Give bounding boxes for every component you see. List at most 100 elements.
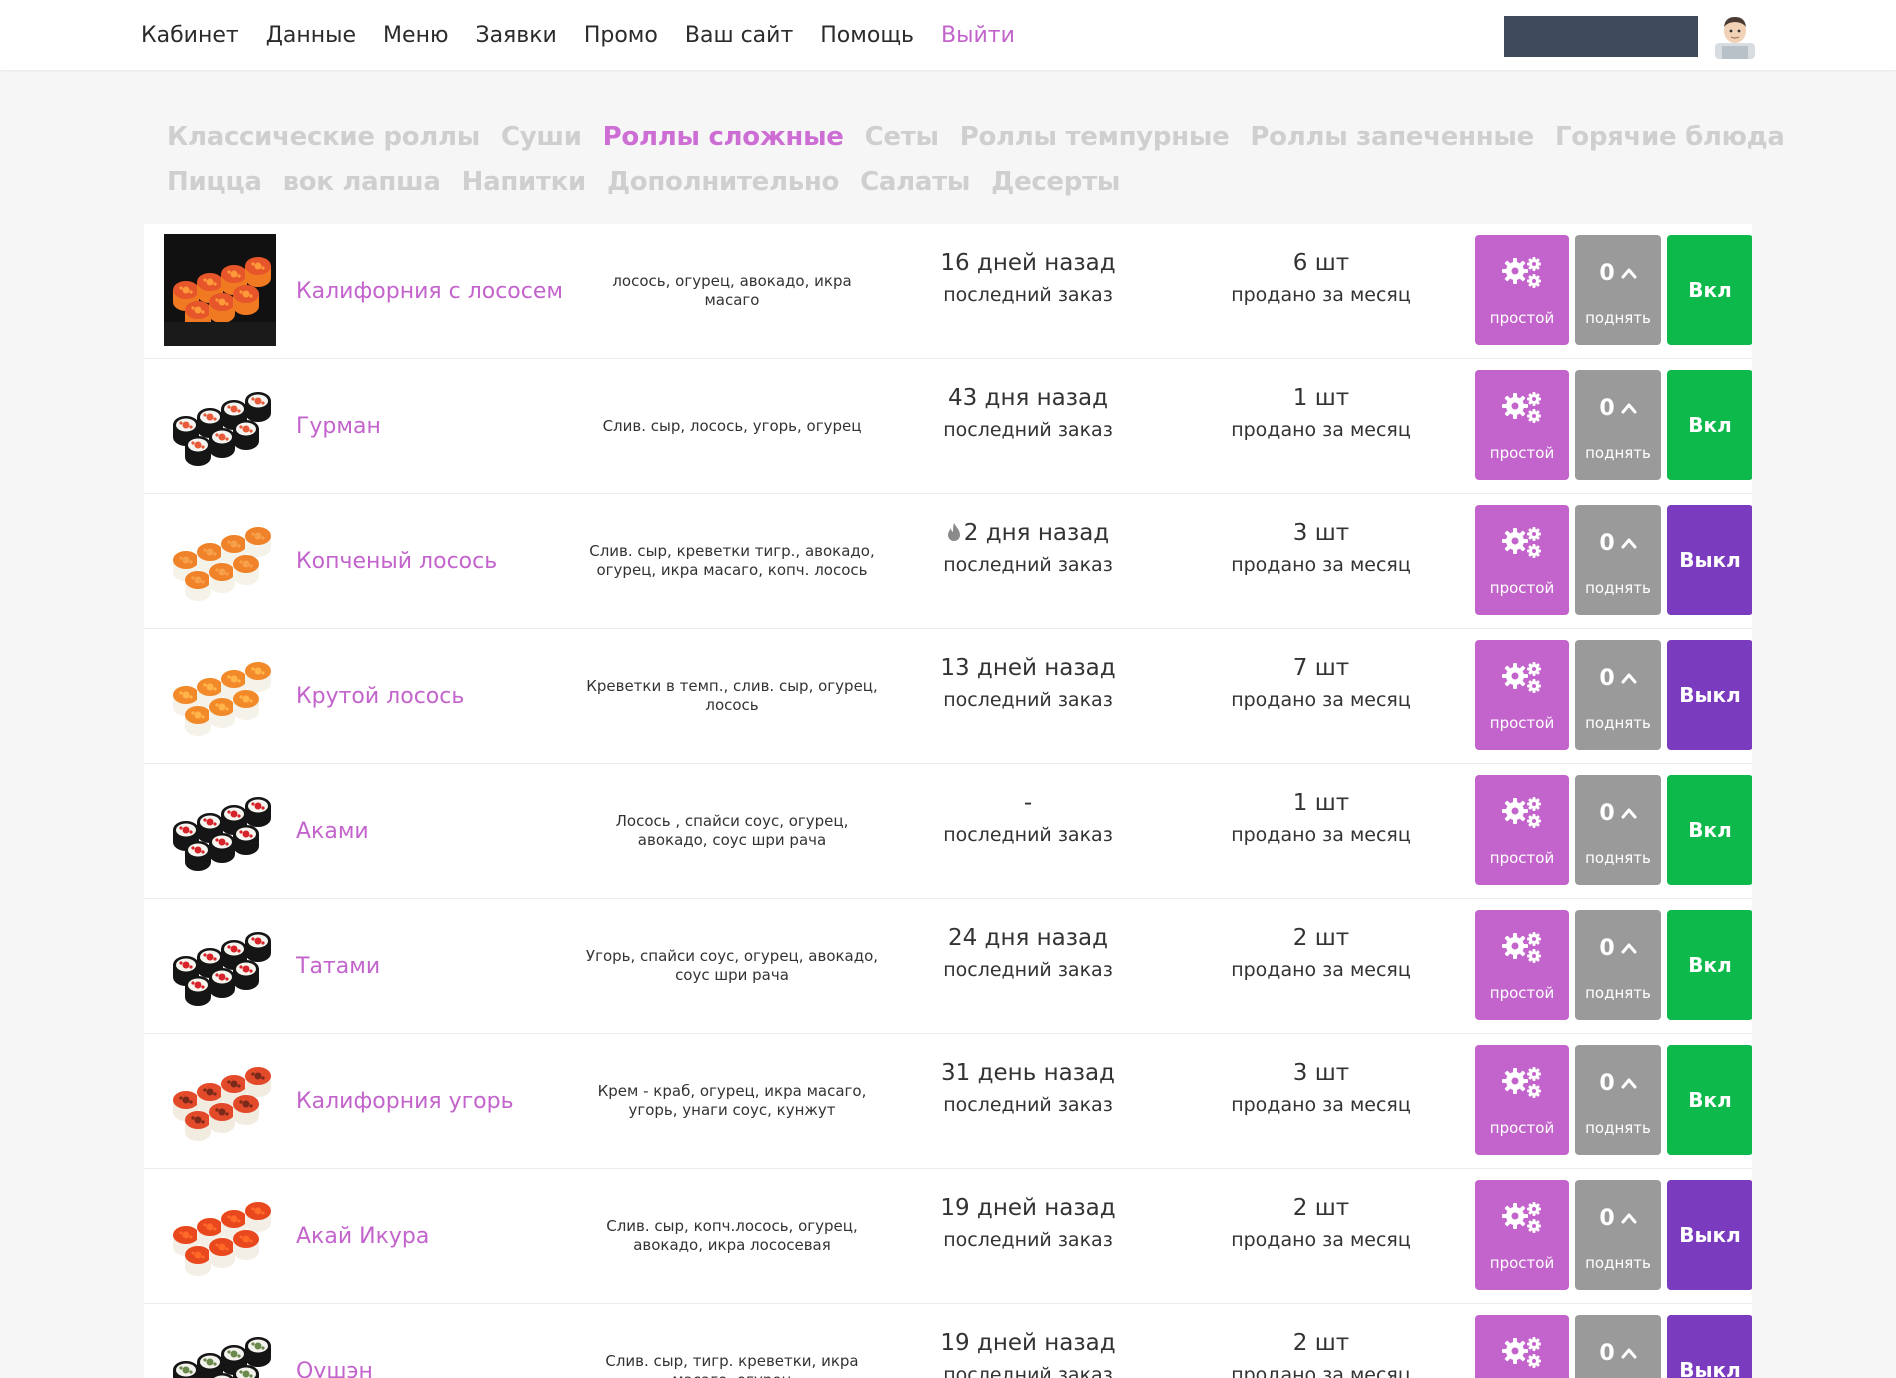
nav-item-cabinet[interactable]: Кабинет [141,23,239,48]
product-name[interactable]: Оушэн [296,1304,373,1378]
toggle-button[interactable]: Вкл [1667,1045,1752,1155]
raise-label: поднять [1585,714,1651,732]
raise-label: поднять [1585,579,1651,597]
product-description: лосось, огурец, авокадо, икра масаго [612,272,852,309]
sold-stat: 3 шт продано за месяц [1191,516,1451,576]
last-order-stat: 24 дня назад последний заказ [898,921,1158,981]
product-type-button[interactable]: простой [1475,505,1569,615]
product-name[interactable]: Крутой лосось [296,629,464,763]
product-type-button[interactable]: простой [1475,370,1569,480]
product-name[interactable]: Копченый лосось [296,494,497,628]
tab-category-row1-2[interactable]: Роллы сложные [603,122,844,152]
tab-category-row2-5[interactable]: Десерты [991,167,1120,197]
chevron-up-icon [1621,808,1637,819]
product-type-button[interactable]: простой [1475,1315,1569,1378]
product-image[interactable] [164,1179,276,1291]
sold-stat: 1 шт продано за месяц [1191,786,1451,846]
product-type-button[interactable]: простой [1475,1045,1569,1155]
nav-item-orders[interactable]: Заявки [475,23,556,48]
tab-category-row1-3[interactable]: Сеты [865,122,939,152]
product-image[interactable] [164,1314,276,1378]
last-order-value: 13 дней назад [940,655,1116,681]
last-order-value: 31 день назад [941,1060,1115,1086]
raise-count: 0 [1599,1206,1615,1231]
raise-count: 0 [1599,1071,1615,1096]
product-image[interactable] [164,369,276,481]
tab-category-row2-0[interactable]: Пицца [167,167,262,197]
gears-icon [1502,1067,1541,1098]
nav-item-promo[interactable]: Промо [584,23,658,48]
gears-icon [1502,1202,1541,1233]
toggle-button[interactable]: Выкл [1667,1315,1752,1378]
sushi-image-icon [164,1044,276,1156]
product-name[interactable]: Татами [296,899,380,1033]
nav-item-site[interactable]: Ваш сайт [685,23,793,48]
toggle-button[interactable]: Выкл [1667,640,1752,750]
nav-item-menu[interactable]: Меню [383,23,448,48]
raise-button[interactable]: 0 поднять [1575,235,1661,345]
product-type-button[interactable]: простой [1475,1180,1569,1290]
product-image[interactable] [164,909,276,1021]
product-type-label: простой [1489,849,1555,867]
product-image[interactable] [164,774,276,886]
sushi-image-icon [164,234,276,346]
raise-count: 0 [1599,396,1615,421]
toggle-button[interactable]: Вкл [1667,235,1752,345]
last-order-label: последний заказ [943,689,1113,711]
product-image[interactable] [164,1044,276,1156]
product-name[interactable]: Акай Икура [296,1169,429,1303]
product-type-button[interactable]: простой [1475,235,1569,345]
raise-button[interactable]: 0 поднять [1575,505,1661,615]
sold-value: 7 шт [1292,655,1350,681]
tab-category-row2-2[interactable]: Напитки [462,167,587,197]
product-description: Креветки в темп., слив. сыр, огурец, лос… [586,677,878,714]
raise-button[interactable]: 0 поднять [1575,1045,1661,1155]
tab-category-row2-3[interactable]: Дополнительно [607,167,839,197]
tab-category-row2-4[interactable]: Салаты [860,167,970,197]
product-name[interactable]: Калифорния угорь [296,1034,514,1168]
gears-icon [1502,1337,1541,1368]
chevron-up-icon [1621,673,1637,684]
raise-button[interactable]: 0 поднять [1575,910,1661,1020]
product-type-button[interactable]: простой [1475,640,1569,750]
nav-item-logout[interactable]: Выйти [941,23,1015,48]
raise-button[interactable]: 0 поднять [1575,370,1661,480]
toggle-button[interactable]: Вкл [1667,775,1752,885]
search-input[interactable] [1504,16,1698,57]
raise-count: 0 [1599,666,1615,691]
sold-value: 2 шт [1292,925,1350,951]
tab-category-row1-6[interactable]: Горячие блюда [1555,122,1785,152]
product-image[interactable] [164,504,276,616]
toggle-button[interactable]: Вкл [1667,910,1752,1020]
sold-stat: 1 шт продано за месяц [1191,381,1451,441]
tab-category-row1-5[interactable]: Роллы запеченные [1250,122,1534,152]
product-type-button[interactable]: простой [1475,775,1569,885]
toggle-button[interactable]: Вкл [1667,370,1752,480]
tab-category-row2-1[interactable]: вок лапша [283,167,441,197]
tab-category-row1-0[interactable]: Классические роллы [167,122,480,152]
tab-category-row1-4[interactable]: Роллы темпурные [960,122,1230,152]
category-tabs: Классические роллы Суши Роллы сложные Сеты Р… [167,114,1785,204]
raise-button[interactable]: 0 поднять [1575,1180,1661,1290]
toggle-button[interactable]: Выкл [1667,505,1752,615]
raise-button[interactable]: 0 поднять [1575,1315,1661,1378]
toggle-button[interactable]: Выкл [1667,1180,1752,1290]
avatar[interactable] [1712,13,1758,59]
product-name[interactable]: Гурман [296,359,381,493]
product-image[interactable] [164,234,276,346]
last-order-stat: 31 день назад последний заказ [898,1056,1158,1116]
raise-count: 0 [1599,1341,1615,1366]
last-order-label: последний заказ [943,284,1113,306]
product-image[interactable] [164,639,276,751]
product-name[interactable]: Калифорния с лососем [296,224,563,358]
nav-item-help[interactable]: Помощь [820,23,914,48]
product-type-label: простой [1489,984,1555,1002]
product-type-label: простой [1489,444,1555,462]
raise-button[interactable]: 0 поднять [1575,775,1661,885]
product-name[interactable]: Аками [296,764,369,898]
product-type-button[interactable]: простой [1475,910,1569,1020]
last-order-stat: - последний заказ [898,786,1158,846]
raise-button[interactable]: 0 поднять [1575,640,1661,750]
tab-category-row1-1[interactable]: Суши [501,122,582,152]
nav-item-data[interactable]: Данные [266,23,356,48]
